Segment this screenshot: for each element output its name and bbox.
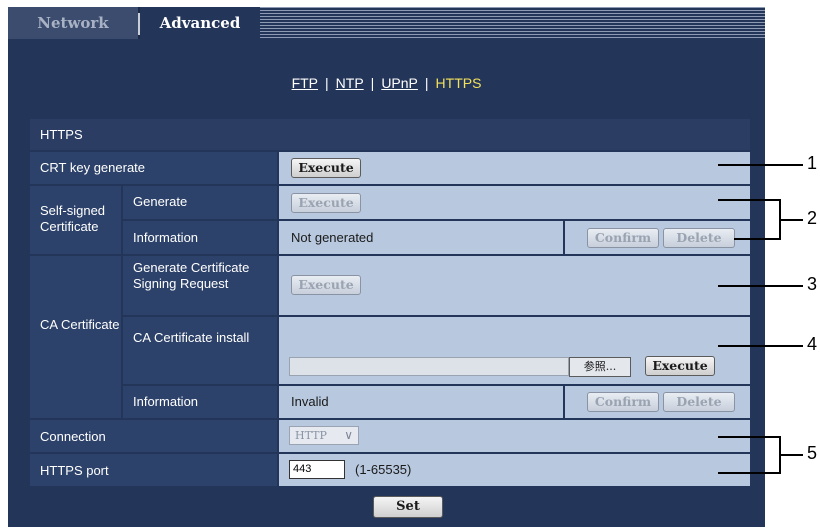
self-signed-generate-label-cell: Generate (123, 186, 277, 219)
crt-key-execute-button[interactable]: Execute (291, 158, 361, 178)
self-signed-actions-cell: Confirm Delete (565, 221, 750, 254)
callout-line-5-bottom (718, 472, 780, 474)
ca-confirm-button[interactable]: Confirm (587, 392, 659, 412)
callout-line-5-tick (779, 454, 803, 456)
ca-csr-value-cell: Execute (279, 256, 750, 315)
ca-install-value-cell: 参照... Execute (279, 317, 750, 384)
chevron-down-icon: ∨ (344, 428, 353, 442)
ca-install-file-path[interactable] (289, 357, 569, 376)
self-signed-group-label: Self-signed Certificate (40, 203, 106, 234)
callout-number-4: 4 (807, 334, 818, 354)
connection-select-value: HTTP (295, 429, 327, 442)
self-signed-generate-value-cell: Execute (279, 186, 750, 219)
ca-delete-button[interactable]: Delete (663, 392, 735, 412)
set-button[interactable]: Set (373, 496, 443, 518)
ca-install-browse-button[interactable]: 参照... (569, 357, 631, 377)
self-signed-information-label-cell: Information (123, 221, 277, 254)
tab-bar: Network Advanced (8, 7, 765, 39)
self-signed-group-cell: Self-signed Certificate (30, 186, 121, 254)
subnav-separator: | (370, 75, 375, 91)
https-port-value-cell: 443 (1-65535) (279, 454, 750, 486)
ca-information-value-cell: Invalid (279, 386, 563, 418)
section-header: HTTPS (30, 119, 750, 150)
callout-line-3 (718, 285, 803, 287)
ca-install-execute-button[interactable]: Execute (645, 356, 715, 376)
subnav-https-active[interactable]: HTTPS (436, 75, 482, 91)
ca-install-label: CA Certificate install (133, 330, 250, 345)
callout-number-5: 5 (807, 443, 818, 463)
tab-network[interactable]: Network (8, 7, 138, 39)
crt-key-label: CRT key generate (40, 160, 146, 175)
callout-line-4 (718, 345, 803, 347)
subnav-separator: | (325, 75, 329, 91)
connection-value-cell: HTTP ∨ (279, 420, 750, 452)
callout-line-2-bottom (734, 238, 780, 240)
self-signed-generate-execute-button[interactable]: Execute (291, 193, 361, 213)
self-signed-confirm-button[interactable]: Confirm (587, 228, 659, 248)
https-port-range: (1-65535) (355, 462, 412, 477)
ca-csr-label: Generate Certificate Signing Request (133, 260, 250, 291)
subnav-separator: | (424, 75, 429, 91)
https-port-label: HTTPS port (40, 463, 109, 478)
self-signed-delete-button[interactable]: Delete (663, 228, 735, 248)
ca-information-label: Information (133, 394, 199, 409)
sub-navigation: FTP | NTP | UPnP | HTTPS (8, 75, 765, 91)
self-signed-generate-label: Generate (133, 194, 188, 209)
callout-line-1 (718, 164, 803, 166)
self-signed-information-value-cell: Not generated (279, 221, 563, 254)
self-signed-information-label: Information (133, 230, 199, 245)
tab-advanced[interactable]: Advanced (140, 7, 260, 39)
ca-information-label-cell: Information (123, 386, 277, 418)
ca-group-label: CA Certificate (40, 317, 120, 332)
ca-install-label-cell: CA Certificate install (123, 317, 277, 384)
callout-number-1: 1 (807, 153, 818, 173)
ca-actions-cell: Confirm Delete (565, 386, 750, 418)
section-title: HTTPS (40, 127, 83, 142)
ca-csr-label-cell: Generate Certificate Signing Request (123, 256, 277, 315)
crt-key-value-cell: Execute (279, 152, 750, 184)
settings-screen: Network Advanced FTP | NTP | UPnP | HTTPS HTTP… (8, 7, 765, 527)
callout-number-2: 2 (807, 208, 818, 228)
connection-select[interactable]: HTTP ∨ (289, 426, 359, 445)
self-signed-information-value: Not generated (291, 230, 374, 245)
subnav-upnp-link[interactable]: UPnP (381, 75, 418, 91)
callout-line-2-top (718, 199, 780, 201)
connection-label: Connection (40, 429, 106, 444)
callout-line-2-tick (779, 219, 803, 221)
https-port-label-cell: HTTPS port (30, 454, 277, 486)
connection-label-cell: Connection (30, 420, 277, 452)
crt-key-label-cell: CRT key generate (30, 152, 277, 184)
tab-bar-stripes (260, 7, 765, 39)
ca-csr-execute-button[interactable]: Execute (291, 275, 361, 295)
ca-group-cell: CA Certificate (30, 256, 121, 418)
callout-number-3: 3 (807, 274, 818, 294)
ca-information-value: Invalid (291, 394, 329, 409)
callout-line-5-top (718, 436, 780, 438)
subnav-ntp-link[interactable]: NTP (336, 75, 364, 91)
subnav-ftp-link[interactable]: FTP (292, 75, 318, 91)
https-port-input[interactable]: 443 (289, 460, 345, 479)
